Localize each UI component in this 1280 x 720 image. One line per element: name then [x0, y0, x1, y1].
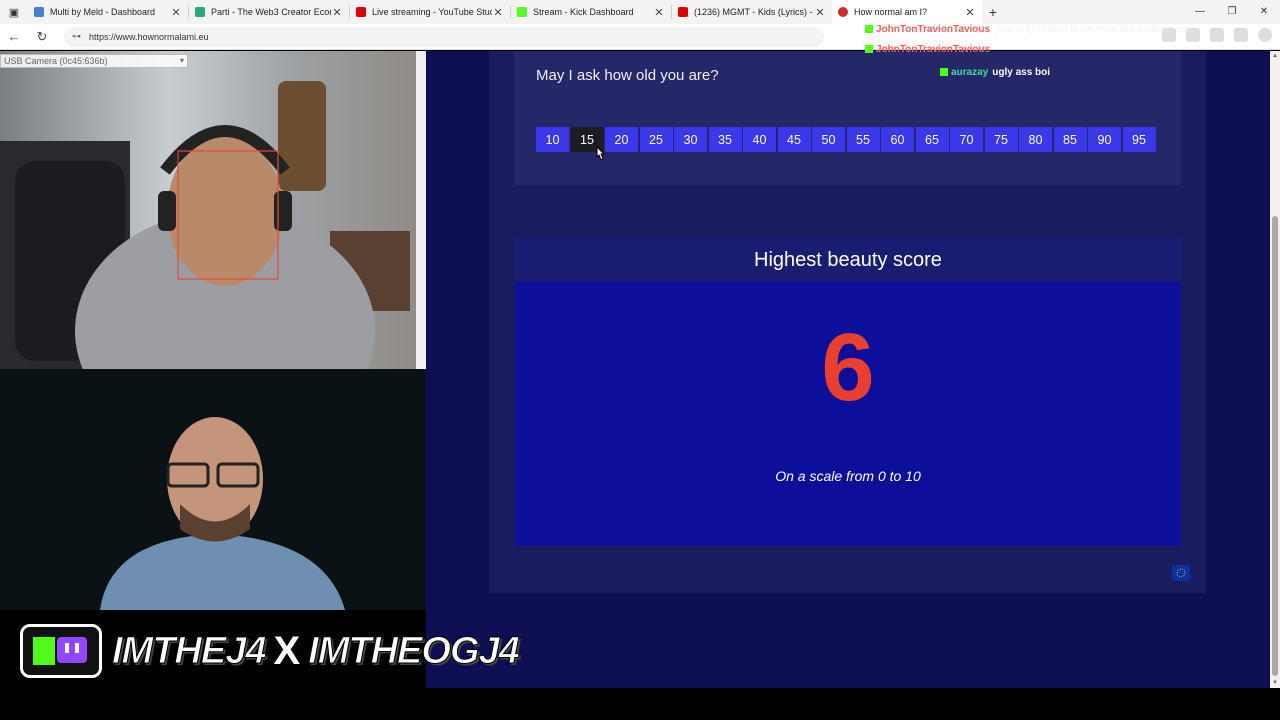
age-options: 10 15 20 25 30 35 40 45 50 55 60 65 70 7…	[536, 127, 1156, 152]
collab-separator: X	[273, 628, 301, 673]
favicon-icon	[195, 7, 205, 17]
url-text: https://www.hownormalami.eu	[89, 31, 209, 42]
tab-4[interactable]: Stream - Kick Dashboard ✕	[511, 0, 671, 24]
age-option-20[interactable]: 20	[605, 127, 638, 152]
age-option-25[interactable]: 25	[639, 127, 673, 152]
camera-source-label: USB Camera (0c45:636b)	[4, 56, 108, 66]
age-option-35[interactable]: 35	[708, 127, 742, 152]
close-icon[interactable]: ✕	[964, 6, 976, 19]
scroll-thumb[interactable]	[1272, 216, 1278, 676]
age-option-80[interactable]: 80	[1019, 127, 1052, 152]
score-scale-caption: On a scale from 0 to 10	[775, 468, 921, 484]
bottom-strip	[426, 688, 1280, 720]
age-option-70[interactable]: 70	[950, 127, 983, 152]
close-icon[interactable]: ✕	[170, 6, 182, 19]
close-icon[interactable]: ✕	[814, 6, 826, 19]
favicon-icon	[678, 7, 688, 17]
close-window-icon[interactable]: ✕	[1248, 0, 1280, 24]
score-value: 6	[821, 314, 875, 421]
new-tab-icon[interactable]: +	[982, 4, 1004, 20]
chat-text: ugly ass boi	[992, 67, 1051, 78]
download-icon[interactable]	[1234, 28, 1248, 42]
score-title: Highest beauty score	[515, 238, 1181, 282]
eu-stars-icon	[1176, 568, 1186, 578]
kick-icon	[865, 25, 873, 33]
close-icon[interactable]: ✕	[331, 6, 343, 19]
handle-left: IMTHEJ4	[111, 629, 266, 672]
kick-icon	[865, 45, 873, 53]
webcam-feed-1: USB Camera (0c45:636b) ▾	[0, 51, 426, 369]
age-option-85[interactable]: 85	[1053, 127, 1087, 152]
chat-text: your only chatter is deontae like santan…	[994, 24, 1195, 35]
tab-3[interactable]: Live streaming - YouTube Studio ✕	[350, 0, 510, 24]
tab-1[interactable]: Multi by Meld - Dashboard ✕	[28, 0, 188, 24]
kick-icon	[940, 68, 948, 76]
close-icon[interactable]: ✕	[653, 6, 665, 19]
age-option-50[interactable]: 50	[812, 127, 845, 152]
scroll-up-icon[interactable]: ▲	[1270, 53, 1280, 59]
age-option-75[interactable]: 75	[984, 127, 1018, 152]
age-option-95[interactable]: 95	[1122, 127, 1156, 152]
age-option-90[interactable]: 90	[1088, 127, 1121, 152]
handle-right: IMTHEOGJ4	[308, 629, 521, 672]
chat-message: JohnTonTravionTavious	[865, 44, 994, 55]
camera-source-select[interactable]: USB Camera (0c45:636b) ▾	[0, 54, 188, 68]
browser-tab-bar: ▣ Multi by Meld - Dashboard ✕ Parti - Th…	[0, 0, 1280, 24]
page-scrollbar[interactable]: ▲ ▼	[1270, 51, 1280, 688]
tab-2[interactable]: Parti - The Web3 Creator Econom ✕	[189, 0, 349, 24]
profile-icon[interactable]	[1258, 28, 1272, 42]
tab-title: Live streaming - YouTube Studio	[372, 7, 492, 17]
webcam-feed-2	[0, 369, 426, 610]
favicon-icon	[356, 7, 366, 17]
chat-message: JohnTonTravionTavious your only chatter i…	[865, 24, 1194, 35]
tab-active[interactable]: How normal am I? ✕	[832, 0, 982, 24]
minimize-icon[interactable]: —	[1184, 0, 1216, 24]
age-option-30[interactable]: 30	[674, 127, 707, 152]
age-option-45[interactable]: 45	[777, 127, 811, 152]
favicon-icon	[517, 7, 527, 17]
tab-title: Stream - Kick Dashboard	[533, 7, 634, 17]
tab-actions-icon[interactable]: ▣	[0, 0, 28, 24]
platform-logo-icon	[33, 637, 87, 665]
chat-username: JohnTonTravionTavious	[876, 44, 991, 55]
tab-5[interactable]: (1236) MGMT - Kids (Lyrics) - You ✕	[672, 0, 832, 24]
age-option-40[interactable]: 40	[743, 127, 776, 152]
favicon-icon	[838, 7, 848, 17]
tab-title: (1236) MGMT - Kids (Lyrics) - You	[694, 7, 814, 17]
tab-title: How normal am I?	[854, 7, 928, 17]
back-icon[interactable]: ←	[0, 29, 28, 44]
age-option-10[interactable]: 10	[536, 127, 569, 152]
age-option-55[interactable]: 55	[846, 127, 880, 152]
question-text: May I ask how old you are?	[536, 67, 719, 84]
reload-icon[interactable]: ↻	[28, 29, 56, 45]
extension-icon[interactable]	[1210, 28, 1224, 42]
tab-title: Multi by Meld - Dashboard	[50, 7, 156, 17]
url-field[interactable]: ⊶ https://www.hownormalami.eu	[64, 26, 824, 47]
chevron-down-icon: ▾	[179, 56, 184, 65]
scroll-down-icon[interactable]: ▼	[1270, 680, 1280, 686]
channel-handles: IMTHEJ4 X IMTHEOGJ4	[20, 624, 521, 678]
webcam-scene	[0, 81, 410, 369]
age-option-65[interactable]: 65	[915, 127, 949, 152]
eu-flag-icon[interactable]	[1172, 565, 1190, 581]
close-icon[interactable]: ✕	[492, 6, 504, 19]
kick-twitch-logo-icon	[20, 624, 102, 678]
chat-username: JohnTonTravionTavious	[876, 24, 991, 35]
maximize-icon[interactable]: ❐	[1216, 0, 1248, 24]
pointer-cursor-icon	[596, 146, 606, 161]
age-option-60[interactable]: 60	[881, 127, 914, 152]
chat-message: aurazay ugly ass boi	[940, 67, 1050, 78]
site-info-icon[interactable]: ⊶	[72, 31, 81, 42]
chat-username: aurazay	[951, 67, 989, 78]
webcam-scrollbar[interactable]	[416, 51, 426, 369]
window-controls: — ❐ ✕	[1184, 0, 1280, 24]
tab-title: Parti - The Web3 Creator Econom	[211, 7, 331, 17]
webcam-scene	[0, 369, 426, 610]
favicon-icon	[34, 7, 44, 17]
beauty-score-card: Highest beauty score 6 On a scale from 0…	[515, 238, 1181, 546]
